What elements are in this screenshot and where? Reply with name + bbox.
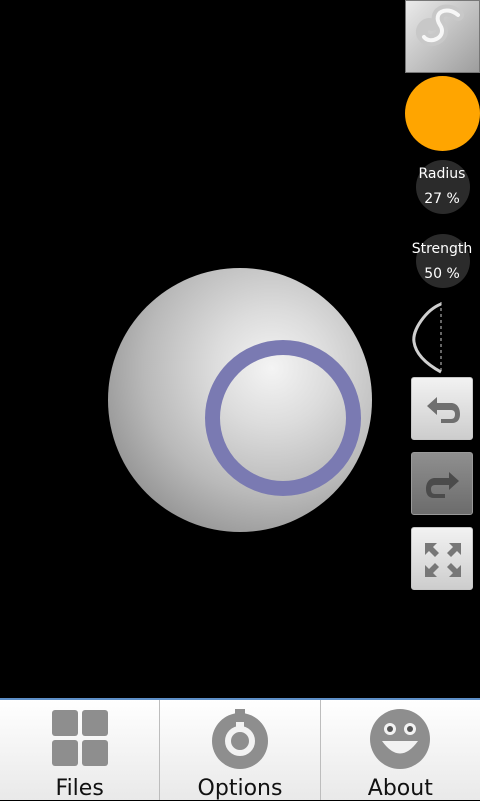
bottom-menu-bar: Files Options About bbox=[0, 698, 480, 801]
redo-arrow-icon bbox=[426, 472, 459, 498]
about-tab[interactable]: About bbox=[319, 700, 480, 801]
sculpt-viewport[interactable]: Radius 27 % Strength 50 % bbox=[0, 0, 480, 698]
undo-button[interactable] bbox=[411, 377, 473, 440]
color-picker-swatch[interactable] bbox=[405, 76, 480, 151]
expand-arrows-icon bbox=[425, 543, 461, 577]
fullscreen-button[interactable] bbox=[411, 527, 473, 590]
redo-button[interactable] bbox=[411, 452, 473, 515]
smiley-icon bbox=[370, 709, 431, 769]
about-tab-label: About bbox=[367, 776, 433, 801]
sculpt-brush-icon bbox=[415, 4, 464, 47]
brush-tool-button[interactable] bbox=[405, 0, 480, 73]
options-tab-label: Options bbox=[197, 776, 283, 801]
files-tab-label: Files bbox=[55, 776, 104, 801]
undo-arrow-icon bbox=[427, 397, 460, 423]
options-tab[interactable]: Options bbox=[159, 700, 319, 801]
strength-value: 50 % bbox=[424, 266, 460, 282]
falloff-curve-icon[interactable] bbox=[408, 300, 448, 376]
radius-label: Radius bbox=[418, 166, 466, 182]
files-tab[interactable]: Files bbox=[0, 700, 159, 801]
radius-value: 27 % bbox=[424, 191, 460, 207]
settings-dial-icon bbox=[211, 709, 268, 769]
strength-label: Strength bbox=[411, 241, 473, 257]
brush-cursor-ring bbox=[205, 340, 361, 496]
grid-icon bbox=[51, 710, 108, 766]
